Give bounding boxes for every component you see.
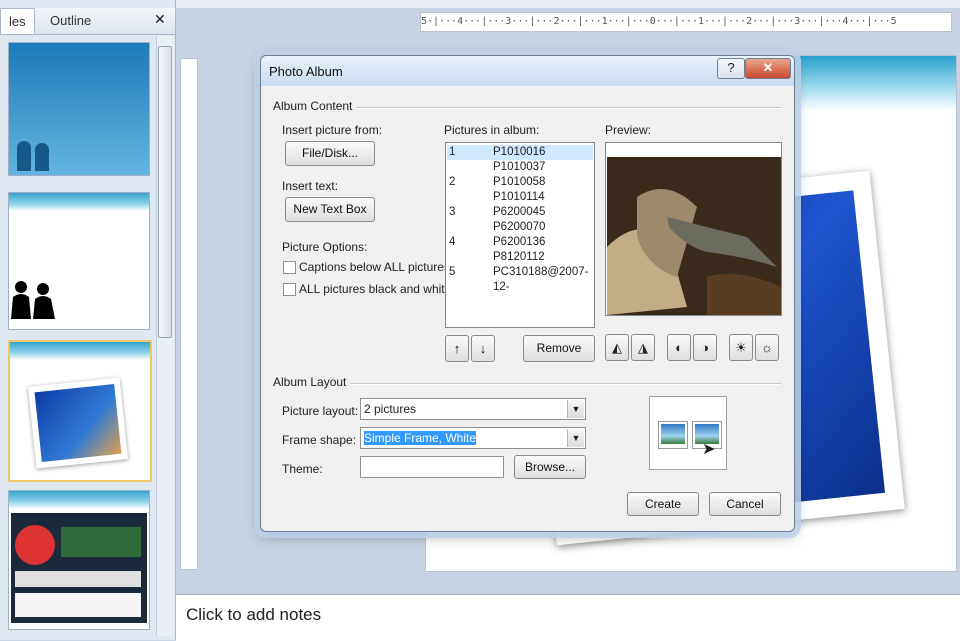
tab-outline[interactable]: Outline xyxy=(42,8,99,33)
vertical-ruler xyxy=(180,58,198,570)
list-item[interactable]: P8120112 xyxy=(447,250,593,265)
browse-button[interactable]: Browse... xyxy=(514,455,586,479)
black-white-checkbox[interactable] xyxy=(283,283,296,296)
frame-shape-value: Simple Frame, White xyxy=(364,431,477,445)
move-down-button[interactable]: ↓ xyxy=(471,335,495,362)
slide-thumbnail-4[interactable] xyxy=(8,490,150,630)
silhouette-icon xyxy=(17,141,31,171)
black-white-option-label: ALL pictures black and white xyxy=(299,282,452,296)
wave-decoration xyxy=(9,491,149,509)
top-strip xyxy=(176,0,960,8)
pane-tabbar: les Outline ✕ xyxy=(0,8,175,35)
picture-number: 5 xyxy=(449,266,456,278)
remove-button[interactable]: Remove xyxy=(523,335,595,362)
list-item[interactable]: P6200070 xyxy=(447,220,593,235)
picture-number: 1 xyxy=(449,146,456,158)
picture-filename: P6200070 xyxy=(493,221,546,233)
move-up-button[interactable]: ↑ xyxy=(445,335,469,362)
picture-filename: P1010058 xyxy=(493,176,546,188)
pictures-listbox[interactable]: 1 P1010016 P1010037 2 P1010058 P1010114 3 P6200… xyxy=(445,142,595,328)
dialog-titlebar: Photo Album ? ✕ xyxy=(261,56,794,86)
album-layout-label: Album Layout xyxy=(273,375,351,389)
picture-filename: P6200045 xyxy=(493,206,546,218)
tab-slides[interactable]: les xyxy=(0,8,35,34)
jellyfish-photo xyxy=(34,384,122,462)
parrot-image xyxy=(15,525,55,565)
notes-placeholder: Click to add notes xyxy=(186,605,322,624)
list-item[interactable]: 3 P6200045 xyxy=(447,205,593,220)
picture-number: 4 xyxy=(449,236,456,248)
album-content-label: Album Content xyxy=(273,99,357,113)
rotate-right-icon[interactable]: ◮ xyxy=(631,334,655,361)
help-button[interactable]: ? xyxy=(717,58,745,79)
photo-album-dialog: Photo Album ? ✕ Album Content Insert pic… xyxy=(260,55,795,532)
picture-number: 3 xyxy=(449,206,456,218)
picture-filename: P1010037 xyxy=(493,161,546,173)
wave-decoration xyxy=(9,193,149,211)
list-item[interactable]: 1 P1010016 xyxy=(447,145,593,160)
frame-shape-select[interactable]: Simple Frame, White ▼ xyxy=(360,427,586,449)
insert-picture-from-label: Insert picture from: xyxy=(282,123,383,137)
notes-pane[interactable]: Click to add notes xyxy=(176,594,960,641)
list-item[interactable]: P1010037 xyxy=(447,160,593,175)
slide-thumbnail-2[interactable] xyxy=(8,192,150,330)
dialog-title: Photo Album xyxy=(269,64,343,79)
picture-layout-select[interactable]: 2 pictures ▼ xyxy=(360,398,586,420)
new-text-box-button[interactable]: New Text Box xyxy=(285,197,375,222)
pictures-in-album-label: Pictures in album: xyxy=(444,123,540,137)
horizontal-ruler: 5·|···4···|···3···|···2···|···1···|···0·… xyxy=(420,12,952,32)
chevron-down-icon[interactable]: ▼ xyxy=(567,400,584,418)
picture-layout-value: 2 pictures xyxy=(364,402,417,416)
cancel-button[interactable]: Cancel xyxy=(709,492,781,516)
decrease-contrast-icon[interactable]: ◑ xyxy=(693,334,717,361)
frame-shape-label: Frame shape: xyxy=(282,433,357,447)
silhouette-icon xyxy=(35,143,49,171)
preview-box xyxy=(605,142,782,316)
picture-filename: P6200136 xyxy=(493,236,546,248)
insert-text-label: Insert text: xyxy=(282,179,339,193)
picture-filename: P8120112 xyxy=(493,251,545,263)
crocodile-photo xyxy=(607,157,781,315)
picture-layout-label: Picture layout: xyxy=(282,404,359,418)
picture-filename: P1010114 xyxy=(493,191,545,203)
content-strip xyxy=(15,571,141,587)
captions-option-label: Captions below ALL pictures xyxy=(299,260,450,274)
slide-thumbnail-3-selected[interactable] xyxy=(8,340,152,482)
create-button[interactable]: Create xyxy=(627,492,699,516)
close-button[interactable]: ✕ xyxy=(745,58,791,79)
layout-thumb-icon xyxy=(658,421,688,449)
picture-options-label: Picture Options: xyxy=(282,240,368,254)
decrease-brightness-icon[interactable]: ☼ xyxy=(755,334,779,361)
slide-thumbnail-1[interactable] xyxy=(8,42,150,176)
content-strip xyxy=(15,593,141,617)
theme-input[interactable] xyxy=(360,456,504,478)
pane-scrollbar-thumb[interactable] xyxy=(158,46,172,338)
increase-brightness-icon[interactable]: ☀ xyxy=(729,334,753,361)
theme-label: Theme: xyxy=(282,462,323,476)
increase-contrast-icon[interactable]: ◐ xyxy=(667,334,691,361)
list-item[interactable]: 4 P6200136 xyxy=(447,235,593,250)
banner-image xyxy=(61,527,141,557)
preview-label: Preview: xyxy=(605,123,652,137)
photo-frame xyxy=(27,377,129,469)
chevron-down-icon[interactable]: ▼ xyxy=(567,429,584,447)
list-item[interactable]: P1010114 xyxy=(447,190,593,205)
rotate-left-icon[interactable]: ◭ xyxy=(605,334,629,361)
list-item[interactable]: 2 P1010058 xyxy=(447,175,593,190)
people-silhouette-icon xyxy=(11,279,57,319)
list-item[interactable]: 5 PC310188@2007-12- xyxy=(447,265,593,293)
webpage-photo xyxy=(11,513,147,623)
mouse-cursor-icon: ➤ xyxy=(702,441,716,458)
picture-number: 2 xyxy=(449,176,456,188)
layout-preview: ➤ xyxy=(649,396,727,470)
file-disk-button[interactable]: File/Disk... xyxy=(285,141,375,166)
picture-filename: P1010016 xyxy=(493,146,546,158)
wave-decoration xyxy=(10,342,150,360)
slides-pane: les Outline ✕ xyxy=(0,0,176,640)
captions-checkbox[interactable] xyxy=(283,261,296,274)
picture-filename: PC310188@2007-12- xyxy=(493,266,589,293)
close-pane-icon[interactable]: ✕ xyxy=(154,11,166,28)
